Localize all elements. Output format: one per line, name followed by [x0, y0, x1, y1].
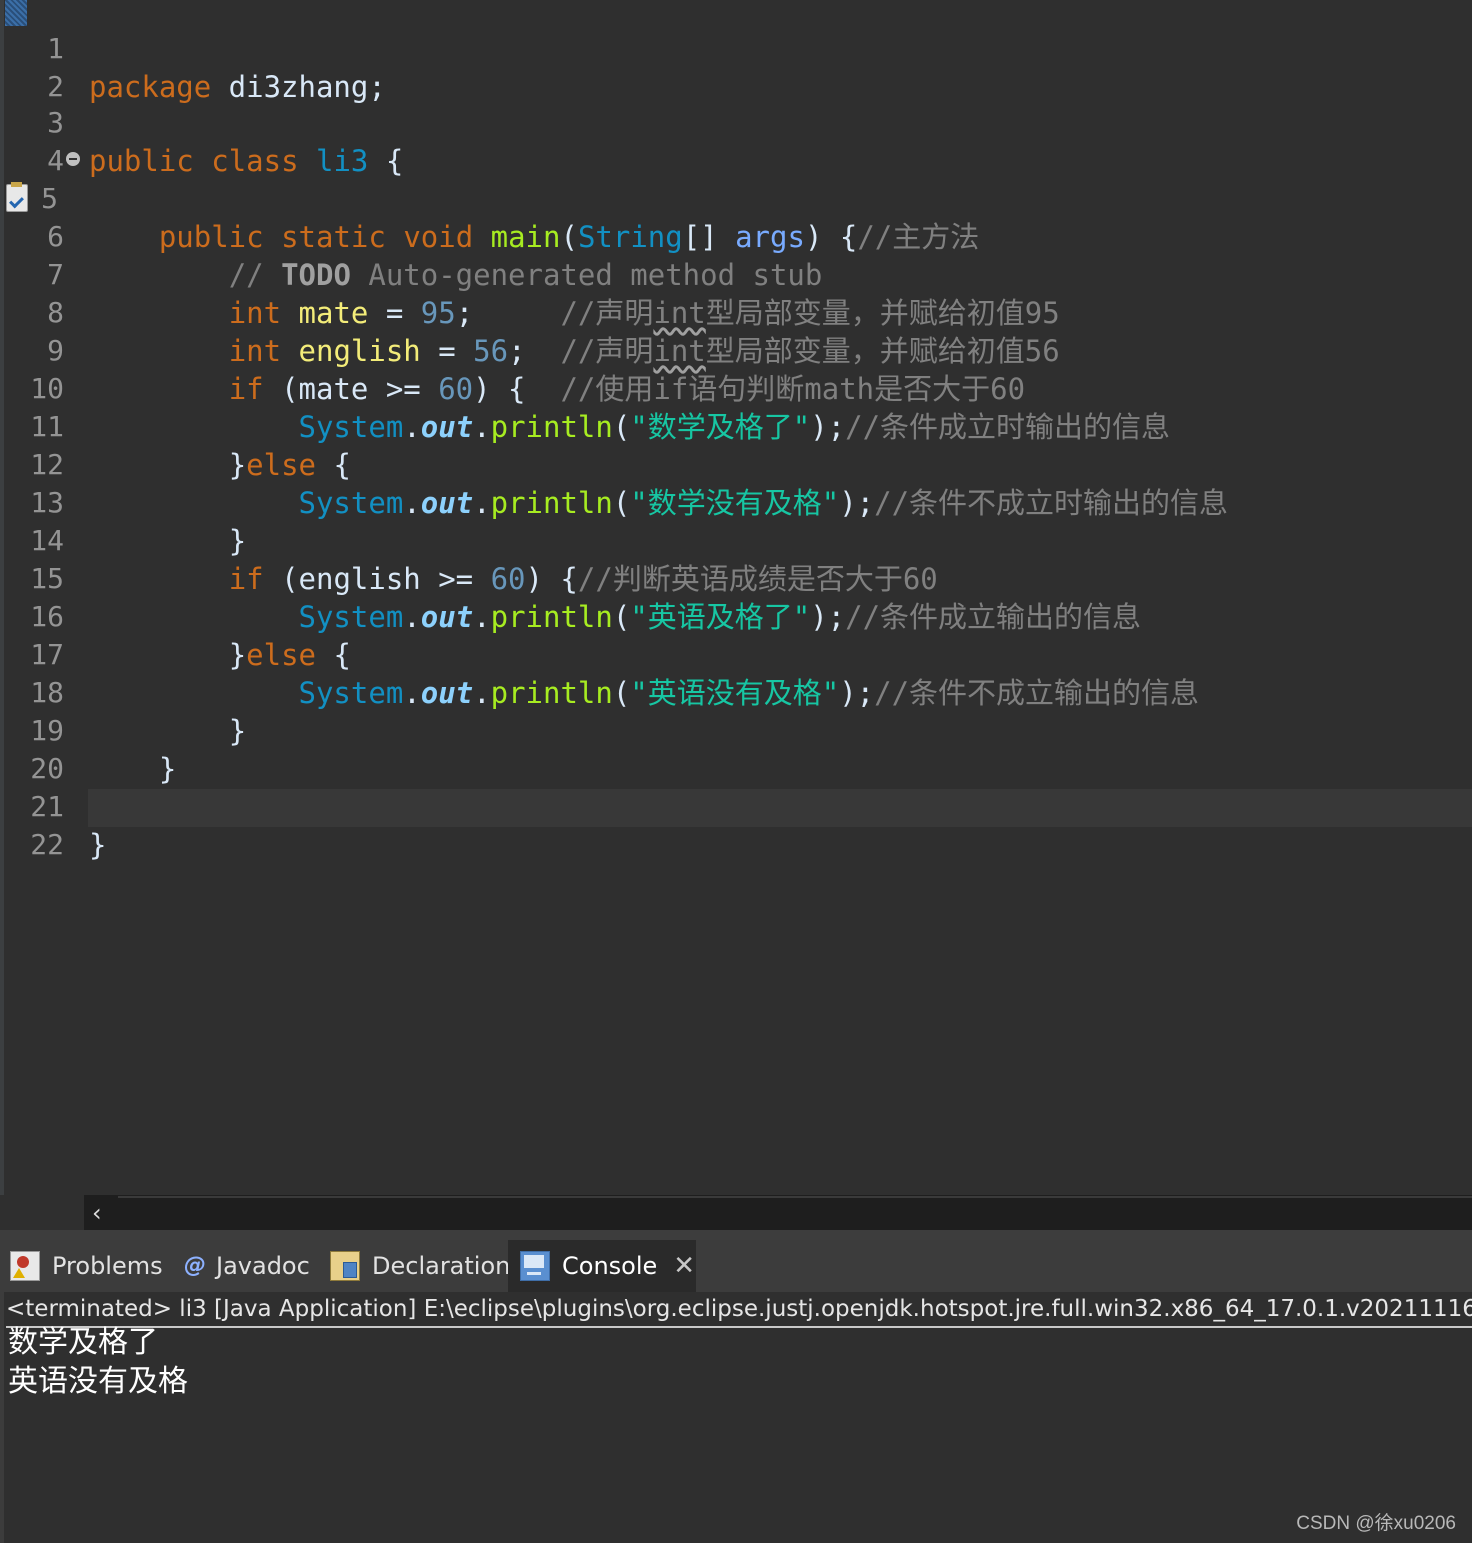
watermark: CSDN @徐xu0206 — [1296, 1513, 1456, 1534]
code-line-13[interactable]: 13 } — [0, 446, 1472, 558]
code-line-8[interactable]: 8 int english = 56; //声明int型局部变量，并赋给初值56 — [0, 256, 1472, 368]
code-line-20[interactable]: 20 — [0, 712, 1472, 785]
tab-declaration[interactable]: Declaration — [330, 1240, 510, 1292]
console-output-line: 数学及格了 — [8, 1325, 158, 1360]
code-line-7[interactable]: 7 int mate = 95; //声明int型局部变量，并赋给初值95 — [0, 218, 1472, 330]
code-line-22[interactable]: 22 — [0, 788, 1472, 861]
tab-console[interactable]: Console ✕ — [508, 1240, 696, 1292]
scrollbar-track-line — [118, 1196, 1472, 1198]
console-view[interactable]: <terminated> li3 [Java Application] E:\e… — [0, 1292, 1472, 1543]
console-output-line: 英语没有及格 — [8, 1364, 188, 1399]
code-line-16[interactable]: 16 }else { — [0, 560, 1472, 672]
scroll-left-arrow-icon[interactable]: ‹ — [92, 1198, 102, 1228]
brace: } — [89, 828, 107, 862]
code-line-6[interactable]: 6 // TODO Auto-generated method stub — [0, 180, 1472, 292]
code-line-15[interactable]: 15 System.out.println("英语及格了");//条件成立输出的… — [0, 522, 1472, 634]
code-line-17[interactable]: 17 System.out.println("英语没有及格");//条件不成立输… — [0, 598, 1472, 710]
code-line-3[interactable]: 3 public class li3 { — [0, 66, 1472, 178]
code-line-14[interactable]: 14 if (english >= 60) {//判断英语成绩是否大于60 — [0, 484, 1472, 596]
console-icon — [520, 1251, 550, 1281]
horizontal-scrollbar[interactable] — [84, 1195, 1472, 1230]
code-line-19[interactable]: 19 } — [0, 674, 1472, 786]
code-line-5[interactable]: 5 public static void main(String[] args)… — [0, 142, 1472, 254]
console-status-header: <terminated> li3 [Java Application] E:\e… — [6, 1292, 1472, 1328]
tab-problems[interactable]: Problems — [10, 1240, 163, 1292]
console-edge — [0, 1292, 4, 1543]
panel-divider[interactable] — [0, 1230, 1472, 1240]
code-editor[interactable]: 1 package di3zhang; 2 3 public class li3… — [0, 0, 1472, 1195]
declaration-icon — [330, 1251, 360, 1281]
code-line-10[interactable]: 10 System.out.println("数学及格了");//条件成立时输出… — [0, 332, 1472, 444]
problems-icon — [10, 1251, 40, 1281]
tab-label: Console — [562, 1252, 658, 1280]
code-line-21[interactable]: 21 } — [0, 750, 1472, 862]
code-line-18[interactable]: 18 } — [0, 636, 1472, 748]
tab-label: Problems — [52, 1252, 163, 1280]
javadoc-icon: @ — [184, 1253, 206, 1278]
code-line-4[interactable]: 4 — [0, 104, 1472, 177]
code-line-11[interactable]: 11 }else { — [0, 370, 1472, 482]
code-line-12[interactable]: 12 System.out.println("数学没有及格");//条件不成立时… — [0, 408, 1472, 520]
tab-label: Javadoc — [216, 1252, 310, 1280]
close-icon[interactable]: ✕ — [673, 1253, 695, 1279]
code-line-9[interactable]: 9 if (mate >= 60) { //使用if语句判断math是否大于60 — [0, 294, 1472, 406]
tab-label: Declaration — [372, 1252, 511, 1280]
tab-javadoc[interactable]: @ Javadoc — [184, 1240, 310, 1292]
bottom-panel-tabbar: Problems @ Javadoc Declaration Console ✕ — [0, 1240, 1472, 1292]
code-line-2[interactable]: 2 — [0, 30, 1472, 103]
code-line-1[interactable]: 1 package di3zhang; — [0, 0, 1472, 104]
line-number: 22 — [30, 828, 64, 861]
